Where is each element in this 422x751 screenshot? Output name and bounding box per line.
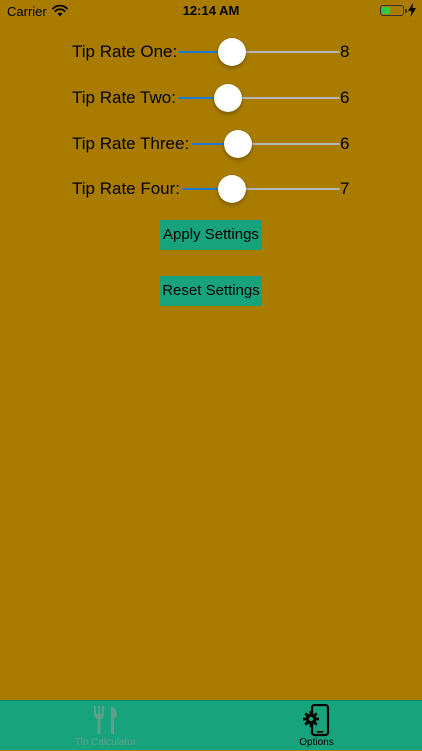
slider-thumb[interactable] [218,38,247,66]
tip-rate-three-label: Tip Rate Three: [72,134,190,153]
status-bar: Carrier 12:14 AM [0,0,422,22]
tip-rate-two-row: Tip Rate Two: 6 [0,80,422,116]
tip-rate-two-label: Tip Rate Two: [72,88,176,107]
tip-rate-two-value: 6 [340,88,350,107]
tip-rate-one-row: Tip Rate One: 8 [0,34,422,70]
tab-options-label: Options [299,737,334,748]
tip-rate-three-row: Tip Rate Three: 6 [0,126,422,162]
tip-rate-two-slider[interactable] [178,80,340,116]
reset-settings-button[interactable]: Reset Settings [160,276,262,306]
tip-rate-one-value: 8 [340,42,350,61]
tab-tip-calculator-label: Tip Calculator [74,737,137,748]
tip-rate-three-value: 6 [340,134,350,153]
tip-rate-four-row: Tip Rate Four: 7 [0,171,422,207]
slider-thumb[interactable] [224,130,253,158]
tip-rate-four-value: 7 [340,179,350,198]
tip-rate-four-slider[interactable] [182,171,340,207]
slider-thumb[interactable] [214,84,243,112]
tab-bar: Tip Calculator Options [0,700,422,750]
charging-bolt-icon [408,3,416,17]
fork-knife-icon [93,706,117,734]
battery-icon [380,5,407,16]
tab-tip-calculator[interactable]: Tip Calculator [0,701,211,751]
tip-rate-three-slider[interactable] [192,126,340,162]
slider-thumb[interactable] [218,175,247,203]
phone-gear-icon [302,704,329,737]
tab-options[interactable]: Options [211,701,422,751]
battery-fill [382,7,390,14]
status-time: 12:14 AM [182,3,240,18]
tip-rate-one-slider[interactable] [178,34,340,70]
tip-rate-one-label: Tip Rate One: [72,42,178,61]
tip-rate-four-label: Tip Rate Four: [72,179,181,198]
apply-settings-button[interactable]: Apply Settings [160,220,262,250]
